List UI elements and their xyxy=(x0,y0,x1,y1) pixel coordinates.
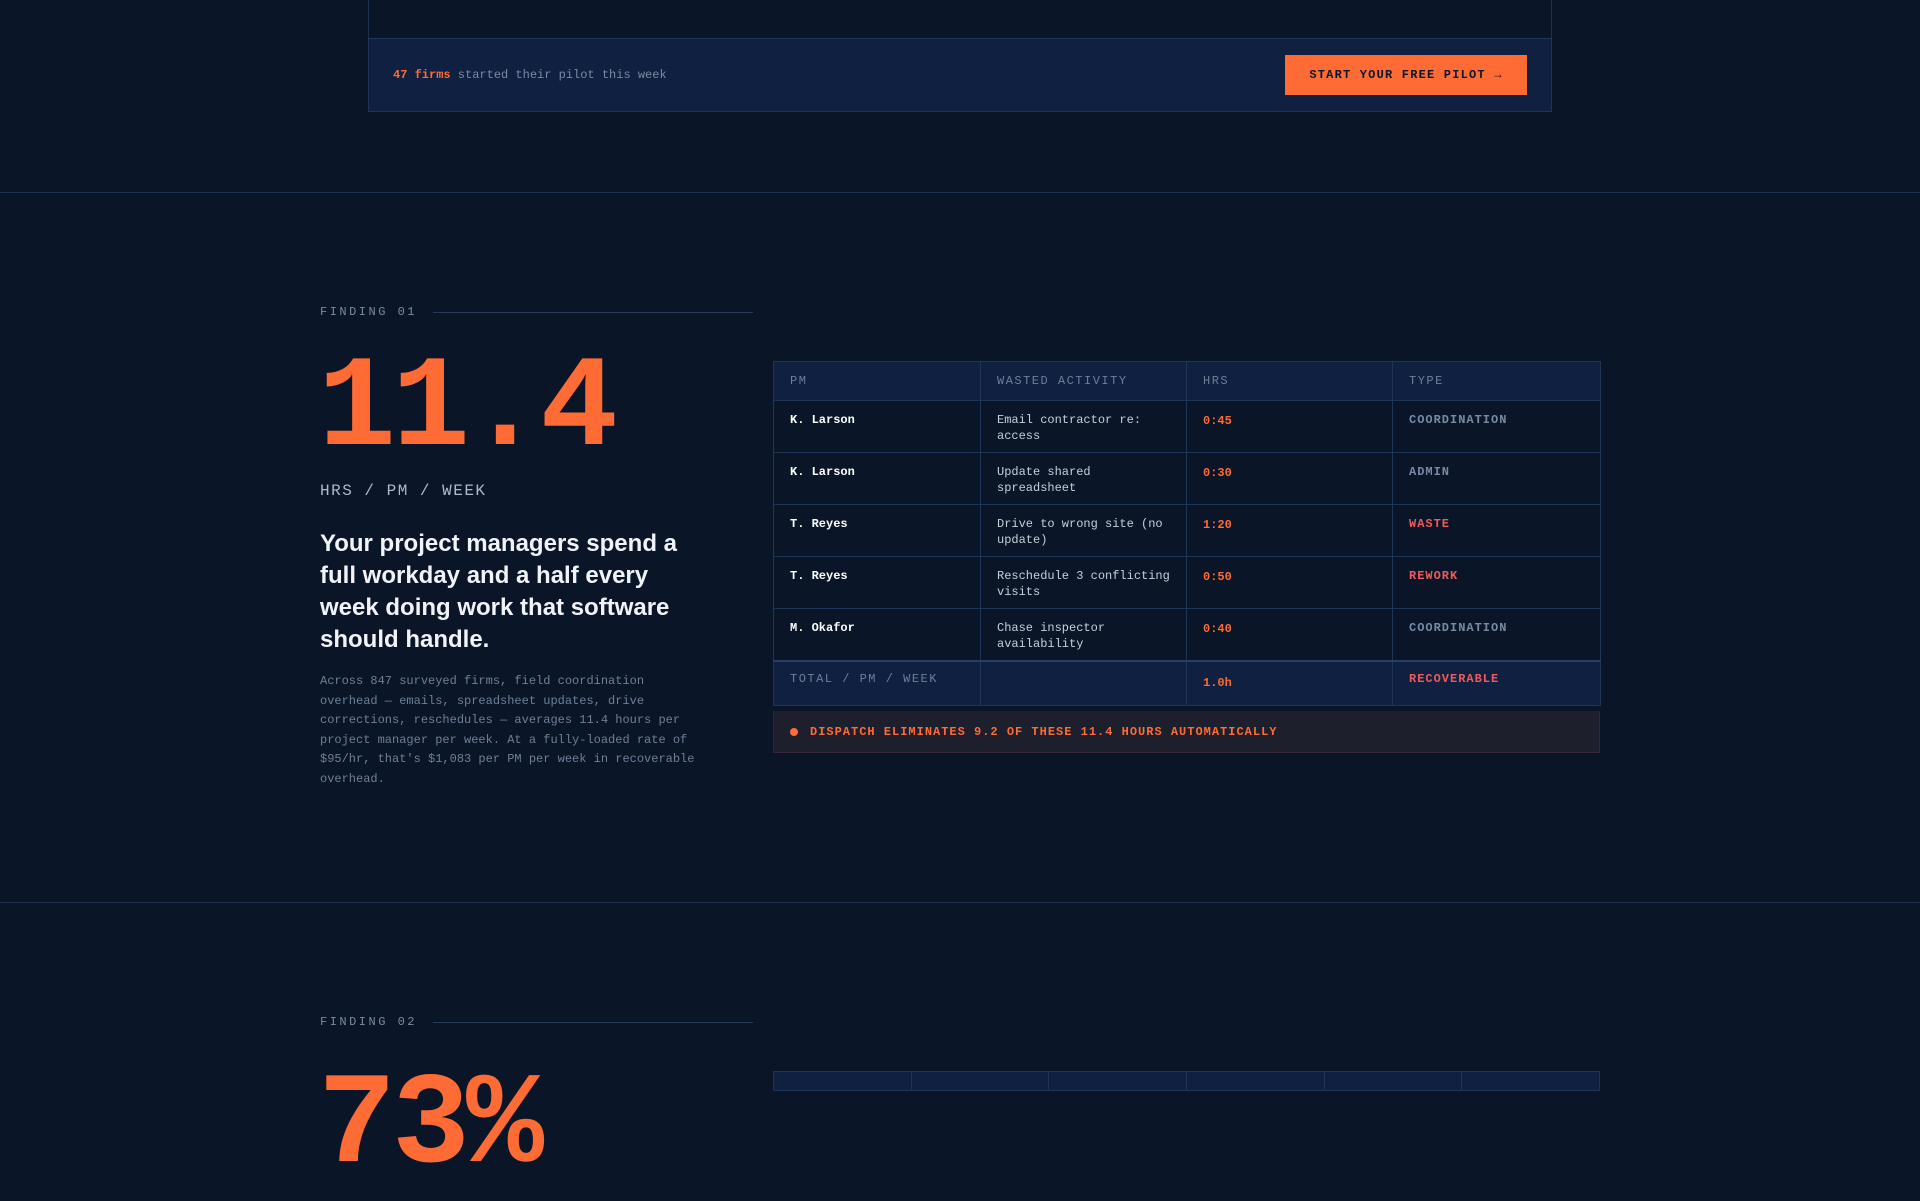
finding-01-value: 11.4 xyxy=(318,337,618,484)
cell-type: REWORK xyxy=(1392,556,1601,609)
total-label: TOTAL / PM / WEEK xyxy=(773,660,981,706)
finding-01-unit: HRS / PM / WEEK xyxy=(320,482,487,500)
column-header-type: TYPE xyxy=(1392,361,1601,401)
status-dot-icon xyxy=(790,727,798,736)
cell-activity: Drive to wrong site (no update) xyxy=(980,504,1187,557)
cell-pm: M. Okafor xyxy=(773,608,981,662)
finding-label-text: FINDING 02 xyxy=(320,1015,418,1029)
finding-02-label: FINDING 02 xyxy=(320,1015,754,1029)
column-header-hrs: HRS xyxy=(1186,361,1393,401)
total-activity xyxy=(980,660,1187,706)
section-divider xyxy=(0,902,1920,903)
table-total-row: TOTAL / PM / WEEK 1.0h RECOVERABLE xyxy=(773,660,1601,706)
cell-hrs: 0:45 xyxy=(1186,400,1393,453)
cell-pm: T. Reyes xyxy=(773,504,981,557)
column-header-activity: WASTED ACTIVITY xyxy=(980,361,1187,401)
cell-hrs: 1:20 xyxy=(1186,504,1393,557)
cell-hrs: 0:40 xyxy=(1186,608,1393,662)
cell-type: COORDINATION xyxy=(1392,608,1601,662)
table-row: T. Reyes Reschedule 3 conflicting visits… xyxy=(773,556,1601,609)
cell-type: WASTE xyxy=(1392,504,1601,557)
finding-02-value: 73% xyxy=(318,1054,544,1201)
cell-activity: Chase inspector availability xyxy=(980,608,1187,662)
table-header-cell xyxy=(1462,1072,1599,1090)
dispatch-callout: DISPATCH ELIMINATES 9.2 OF THESE 11.4 HO… xyxy=(773,711,1600,753)
finding-label-text: FINDING 01 xyxy=(320,305,418,319)
column-header-pm: PM xyxy=(773,361,981,401)
finding-01-body: Across 847 surveyed firms, field coordin… xyxy=(320,674,695,786)
section-divider xyxy=(0,192,1920,193)
table-header-cell xyxy=(774,1072,912,1090)
top-panel xyxy=(368,0,1552,38)
table-header-cell xyxy=(1187,1072,1325,1090)
pilot-count-text: 47 firms started their pilot this week xyxy=(393,68,667,82)
total-type: RECOVERABLE xyxy=(1392,660,1601,706)
pilot-banner: 47 firms started their pilot this week S… xyxy=(368,38,1552,112)
table-row: K. Larson Update shared spreadsheet 0:30… xyxy=(773,452,1601,505)
cell-activity: Email contractor re: access xyxy=(980,400,1187,453)
finding-label-rule xyxy=(433,311,754,313)
finding-label-rule xyxy=(433,1021,754,1023)
pilot-count-suffix: started their pilot this week xyxy=(450,68,667,82)
table-header-row: PM WASTED ACTIVITY HRS TYPE xyxy=(773,361,1601,401)
table-row: T. Reyes Drive to wrong site (no update)… xyxy=(773,504,1601,557)
finding-01-headline: Your project managers spend a full workd… xyxy=(320,530,677,653)
dispatch-callout-text: DISPATCH ELIMINATES 9.2 OF THESE 11.4 HO… xyxy=(810,724,1278,739)
total-hrs: 1.0h xyxy=(1186,660,1393,706)
cell-hrs: 0:50 xyxy=(1186,556,1393,609)
cell-type: ADMIN xyxy=(1392,452,1601,505)
finding-02-table-header xyxy=(773,1071,1600,1091)
cell-activity: Reschedule 3 conflicting visits xyxy=(980,556,1187,609)
wasted-activity-table: PM WASTED ACTIVITY HRS TYPE K. Larson Em… xyxy=(773,361,1601,706)
cell-type: COORDINATION xyxy=(1392,400,1601,453)
table-header-cell xyxy=(912,1072,1050,1090)
pilot-count-highlight: 47 firms xyxy=(393,68,451,82)
table-row: M. Okafor Chase inspector availability 0… xyxy=(773,608,1601,662)
cell-pm: K. Larson xyxy=(773,400,981,453)
cell-hrs: 0:30 xyxy=(1186,452,1393,505)
cell-pm: K. Larson xyxy=(773,452,981,505)
finding-01-label: FINDING 01 xyxy=(320,305,754,319)
table-header-cell xyxy=(1049,1072,1188,1090)
cell-activity: Update shared spreadsheet xyxy=(980,452,1187,505)
table-header-cell xyxy=(1325,1072,1463,1090)
start-free-pilot-button[interactable]: START YOUR FREE PILOT → xyxy=(1285,55,1527,95)
table-row: K. Larson Email contractor re: access 0:… xyxy=(773,400,1601,453)
cell-pm: T. Reyes xyxy=(773,556,981,609)
